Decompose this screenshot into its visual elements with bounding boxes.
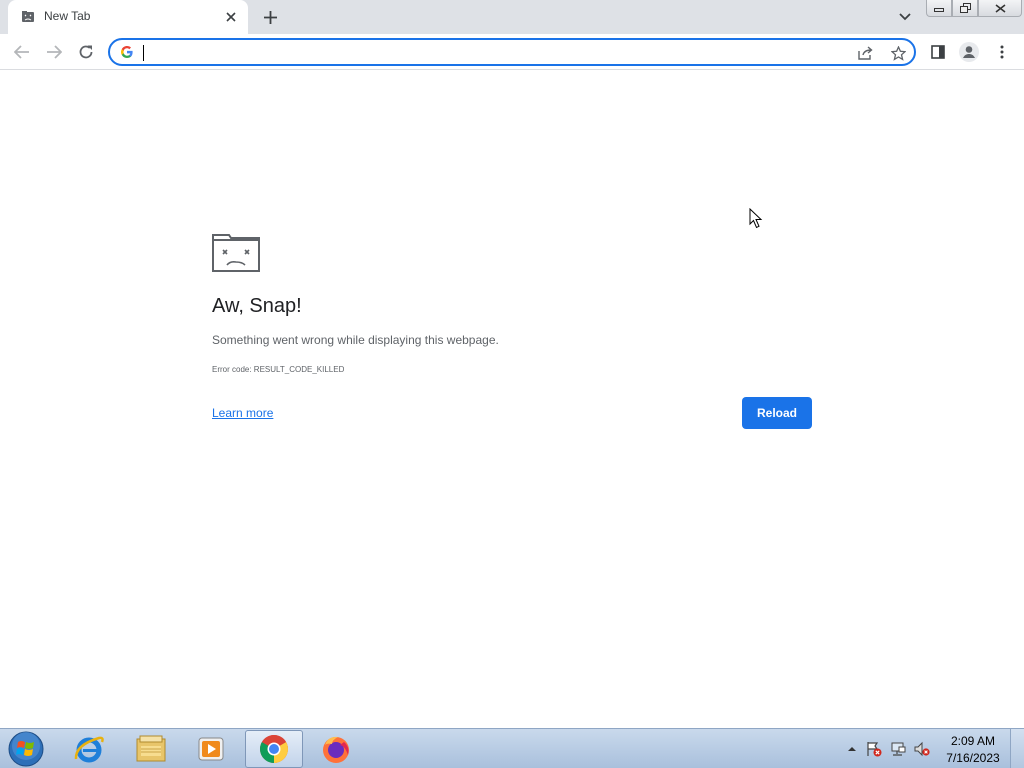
star-icon: [890, 45, 906, 61]
omnibox[interactable]: [108, 38, 916, 66]
sad-folder-icon: [212, 234, 260, 272]
show-desktop-button[interactable]: [1010, 729, 1024, 768]
google-icon: [121, 46, 133, 58]
refresh-icon: [79, 45, 93, 59]
profile-button[interactable]: [955, 38, 983, 66]
reload-button[interactable]: Reload: [742, 397, 812, 429]
close-window-button[interactable]: [978, 0, 1022, 17]
volume-muted-icon: [914, 741, 930, 757]
share-button[interactable]: [856, 43, 876, 63]
flag-error-icon: [867, 742, 882, 757]
windows-start-icon: [8, 731, 44, 767]
arrow-right-icon: [47, 45, 62, 59]
back-button[interactable]: [8, 38, 36, 66]
chevron-down-icon: [899, 13, 911, 21]
taskbar-internet-explorer[interactable]: [60, 730, 118, 768]
side-panel-button[interactable]: [924, 38, 952, 66]
tray-volume[interactable]: [914, 741, 930, 757]
tab-strip: New Tab: [0, 0, 1024, 34]
error-description: Something went wrong while displaying th…: [212, 333, 499, 347]
close-icon: [995, 3, 1005, 13]
internet-explorer-icon: [74, 736, 104, 763]
text-caret: [143, 45, 144, 61]
file-explorer-icon: [136, 735, 166, 762]
address-input[interactable]: [142, 42, 842, 62]
bookmark-button[interactable]: [888, 43, 908, 63]
arrow-left-icon: [14, 45, 29, 59]
minimize-icon: [934, 8, 944, 12]
learn-more-link[interactable]: Learn more: [212, 406, 273, 420]
media-player-icon: [198, 737, 224, 761]
new-tab-button[interactable]: [258, 6, 282, 28]
tab-close-button[interactable]: [222, 8, 240, 26]
avatar-icon: [959, 42, 979, 62]
restore-button[interactable]: [952, 0, 978, 17]
tray-network[interactable]: [890, 741, 906, 757]
toolbar: [0, 34, 1024, 70]
taskbar-media-player[interactable]: [182, 730, 240, 768]
start-button[interactable]: [6, 730, 46, 768]
tab-title: New Tab: [44, 9, 91, 23]
taskbar: [0, 728, 1024, 768]
network-icon: [891, 742, 906, 756]
chevron-up-icon: [848, 747, 856, 751]
error-title: Aw, Snap!: [212, 295, 302, 317]
tab-new-tab[interactable]: New Tab: [8, 0, 248, 34]
restore-icon: [959, 3, 971, 13]
more-vert-icon: [1000, 45, 1004, 59]
side-panel-icon: [931, 45, 945, 59]
window-controls: [926, 0, 1022, 18]
tray-action-center[interactable]: [866, 741, 882, 757]
share-icon: [858, 46, 873, 60]
taskbar-chrome[interactable]: [245, 730, 303, 768]
show-hidden-icons-button[interactable]: [844, 741, 860, 757]
minimize-button[interactable]: [926, 0, 952, 17]
plus-icon: [263, 10, 277, 24]
taskbar-file-explorer[interactable]: [122, 730, 180, 768]
firefox-icon: [323, 736, 349, 763]
tab-search-button[interactable]: [894, 7, 916, 27]
close-icon: [226, 12, 236, 22]
taskbar-firefox[interactable]: [307, 730, 365, 768]
forward-button[interactable]: [40, 38, 68, 66]
mouse-pointer-icon: [749, 208, 763, 229]
menu-button[interactable]: [988, 38, 1016, 66]
chrome-icon: [260, 735, 288, 763]
reload-toolbar-button[interactable]: [72, 38, 100, 66]
clock-time[interactable]: 2:09 AM: [946, 734, 1000, 748]
sad-tab-icon: [22, 11, 34, 22]
clock-date[interactable]: 7/16/2023: [942, 751, 1004, 765]
error-code: Error code: RESULT_CODE_KILLED: [212, 365, 345, 374]
